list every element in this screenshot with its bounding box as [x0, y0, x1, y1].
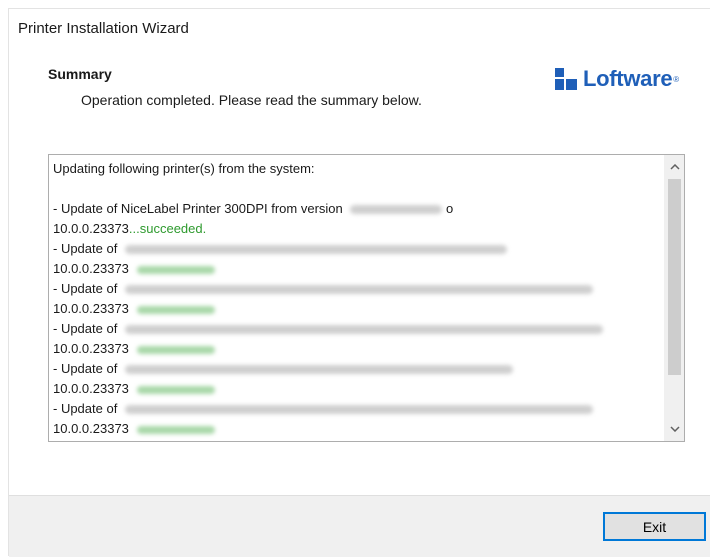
logo-trademark: ®	[673, 74, 680, 84]
redacted-result	[136, 385, 215, 394]
log-entry-result: ...succeeded.	[128, 221, 207, 236]
log-entry-result-line: 10.0.0.23373	[53, 339, 653, 359]
log-blank-line	[53, 179, 653, 199]
log-entry-result-line: 10.0.0.23373	[53, 379, 653, 399]
redacted-text	[124, 365, 513, 375]
log-entry-line: - Update of	[53, 319, 653, 339]
redacted-text	[124, 405, 593, 415]
log-entry-version: 10.0.0.23373	[53, 421, 129, 436]
log-entry-line: - Update of	[53, 359, 653, 379]
redacted-result	[136, 265, 215, 274]
redacted-result	[136, 425, 215, 434]
log-entry-prefix: - Update of	[53, 401, 118, 416]
log-entry-version: 10.0.0.23373	[53, 381, 129, 396]
loftware-logo-mark-icon	[555, 68, 577, 90]
log-entry-prefix: - Update of	[53, 361, 118, 376]
redacted-result	[136, 305, 215, 314]
summary-log-box[interactable]: Updating following printer(s) from the s…	[48, 154, 685, 442]
chevron-up-icon	[670, 164, 680, 170]
log-entry-version: 10.0.0.23373	[53, 261, 129, 276]
log-entry-suffix: o	[446, 201, 454, 216]
log-entry-result-line: 10.0.0.23373	[53, 419, 653, 439]
exit-button[interactable]: Exit	[603, 512, 706, 541]
chevron-down-icon	[670, 426, 680, 432]
log-entry-line: - Update of	[53, 239, 653, 259]
log-entry-line: - Update of	[53, 399, 653, 419]
loftware-logo: Loftware ®	[555, 64, 679, 94]
log-entry-version: 10.0.0.23373	[53, 221, 129, 236]
summary-heading: Summary	[48, 66, 112, 82]
log-entry-result-line: 10.0.0.23373...succeeded.	[53, 219, 653, 239]
title-bar: Printer Installation Wizard	[9, 9, 710, 45]
log-entry-prefix: - Update of NiceLabel Printer 300DPI fro…	[53, 201, 343, 216]
wizard-footer: Exit	[9, 495, 710, 557]
redacted-text	[124, 245, 507, 255]
redacted-result	[136, 345, 215, 354]
scroll-down-button[interactable]	[665, 419, 684, 439]
logo-text: Loftware	[583, 66, 673, 91]
log-entry-result-line: 10.0.0.23373	[53, 299, 653, 319]
wizard-window: Printer Installation Wizard Summary Oper…	[8, 8, 710, 557]
log-intro-line: Updating following printer(s) from the s…	[53, 161, 315, 176]
scrollbar-thumb[interactable]	[668, 179, 681, 375]
log-entry-prefix: - Update of	[53, 281, 118, 296]
window-title: Printer Installation Wizard	[18, 20, 189, 37]
log-entry-version: 10.0.0.23373	[53, 341, 129, 356]
log-entry-version: 10.0.0.23373	[53, 301, 129, 316]
redacted-text	[124, 325, 603, 335]
summary-subtitle: Operation completed. Please read the sum…	[81, 92, 422, 108]
summary-log-content: Updating following printer(s) from the s…	[53, 159, 653, 439]
vertical-scrollbar[interactable]	[664, 155, 684, 441]
scroll-up-button[interactable]	[665, 157, 684, 177]
log-entry-prefix: - Update of	[53, 241, 118, 256]
log-entry-prefix: - Update of	[53, 321, 118, 336]
redacted-text	[124, 285, 593, 295]
log-entry-result-line: 10.0.0.23373	[53, 259, 653, 279]
log-entry-line: - Update of NiceLabel Printer 300DPI fro…	[53, 199, 653, 219]
redacted-text	[350, 205, 443, 215]
log-entry-line: - Update of	[53, 279, 653, 299]
